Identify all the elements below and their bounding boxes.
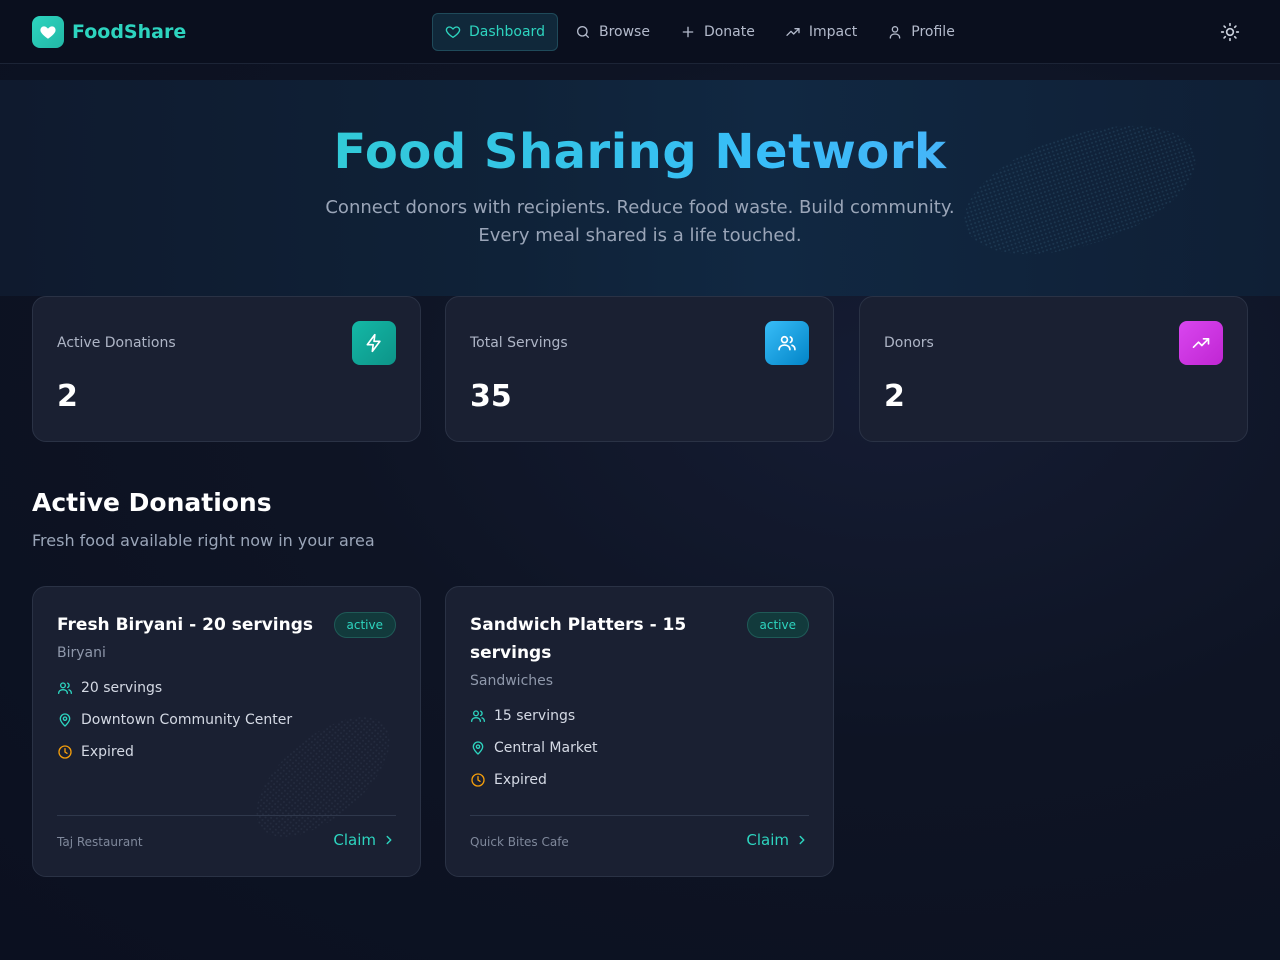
nav-dashboard-label: Dashboard [469, 24, 545, 40]
status-badge: active [746, 612, 809, 638]
servings-text: 15 servings [494, 708, 576, 724]
heart-logo-icon [32, 16, 64, 48]
servings-text: 20 servings [81, 680, 163, 696]
user-icon [889, 26, 901, 39]
donation-category: Biryani [57, 645, 106, 661]
stat-card-total-servings: Total Servings 35 [445, 296, 834, 442]
section-subtitle: Fresh food available right now in your a… [32, 531, 375, 550]
stat-card-donors: Donors 2 [859, 296, 1248, 442]
claim-label: Claim [333, 831, 376, 849]
navbar: FoodShare Dashboard Browse Donate Impact… [0, 0, 1280, 64]
nav-impact-label: Impact [808, 24, 858, 40]
main-nav: Dashboard Browse Donate Impact Profile [432, 13, 972, 51]
donation-title: Sandwich Platters - 15 servings [470, 615, 687, 663]
theme-toggle-button[interactable] [1218, 20, 1242, 44]
stat-label: Donors [884, 335, 934, 351]
expiry-text: Expired [494, 772, 547, 788]
expiry-text: Expired [81, 744, 134, 760]
donation-servings: 15 servings [470, 708, 575, 724]
nav-donate[interactable]: Donate [667, 13, 768, 51]
chevron-right-icon [386, 835, 392, 845]
plus-icon [682, 26, 694, 38]
card-divider [57, 815, 396, 816]
stat-value: 2 [57, 379, 78, 414]
nav-profile-label: Profile [911, 24, 955, 40]
donation-location: Central Market [470, 740, 598, 756]
map-pin-icon [472, 741, 484, 755]
users-icon [58, 682, 72, 694]
search-icon [576, 26, 589, 38]
nav-donate-label: Donate [703, 24, 755, 40]
location-text: Downtown Community Center [81, 712, 293, 728]
clock-icon [471, 773, 485, 787]
nav-impact[interactable]: Impact [772, 13, 870, 51]
donation-title: Fresh Biryani - 20 servings [57, 615, 314, 635]
nav-profile[interactable]: Profile [874, 13, 968, 51]
map-pin-icon [59, 713, 71, 727]
donation-expiry: Expired [57, 744, 134, 760]
status-badge: active [333, 612, 396, 638]
stat-value: 35 [470, 379, 512, 414]
stat-label: Active Donations [57, 335, 176, 351]
brand[interactable]: FoodShare [32, 16, 186, 48]
heart-icon [445, 26, 461, 38]
users-icon [765, 321, 809, 365]
donor-name: Taj Restaurant [57, 835, 143, 849]
nav-browse[interactable]: Browse [562, 13, 663, 51]
hero-subtitle-line-2: Every meal shared is a life touched. [478, 225, 802, 246]
zap-icon [352, 321, 396, 365]
donation-card[interactable]: Fresh Biryani - 20 servings active Birya… [32, 586, 421, 877]
donation-category: Sandwiches [470, 673, 554, 689]
sun-icon [1220, 22, 1240, 42]
clock-icon [58, 745, 72, 759]
nav-dashboard[interactable]: Dashboard [432, 13, 558, 51]
card-divider [470, 815, 809, 816]
claim-button[interactable]: Claim [746, 831, 809, 849]
hero-banner: Food Sharing Network Connect donors with… [0, 80, 1280, 296]
donor-name: Quick Bites Cafe [470, 835, 569, 849]
donation-expiry: Expired [470, 772, 547, 788]
chevron-right-icon [799, 835, 805, 845]
location-text: Central Market [494, 740, 598, 756]
hero-subtitle-line-1: Connect donors with recipients. Reduce f… [325, 197, 955, 218]
users-icon [471, 710, 485, 722]
stat-value: 2 [884, 379, 905, 414]
trending-up-icon [786, 27, 800, 36]
donation-location: Downtown Community Center [57, 712, 292, 728]
brand-name: FoodShare [72, 21, 187, 43]
claim-label: Claim [746, 831, 789, 849]
hero-subtitle: Connect donors with recipients. Reduce f… [0, 194, 1280, 250]
donation-servings: 20 servings [57, 680, 162, 696]
trending-up-icon [1179, 321, 1223, 365]
stat-label: Total Servings [470, 335, 568, 351]
section-title: Active Donations [32, 488, 272, 517]
nav-browse-label: Browse [598, 24, 650, 40]
donation-card[interactable]: Sandwich Platters - 15 servings active S… [445, 586, 834, 877]
claim-button[interactable]: Claim [333, 831, 396, 849]
stat-card-active-donations: Active Donations 2 [32, 296, 421, 442]
hero-title: Food Sharing Network [0, 124, 1280, 180]
